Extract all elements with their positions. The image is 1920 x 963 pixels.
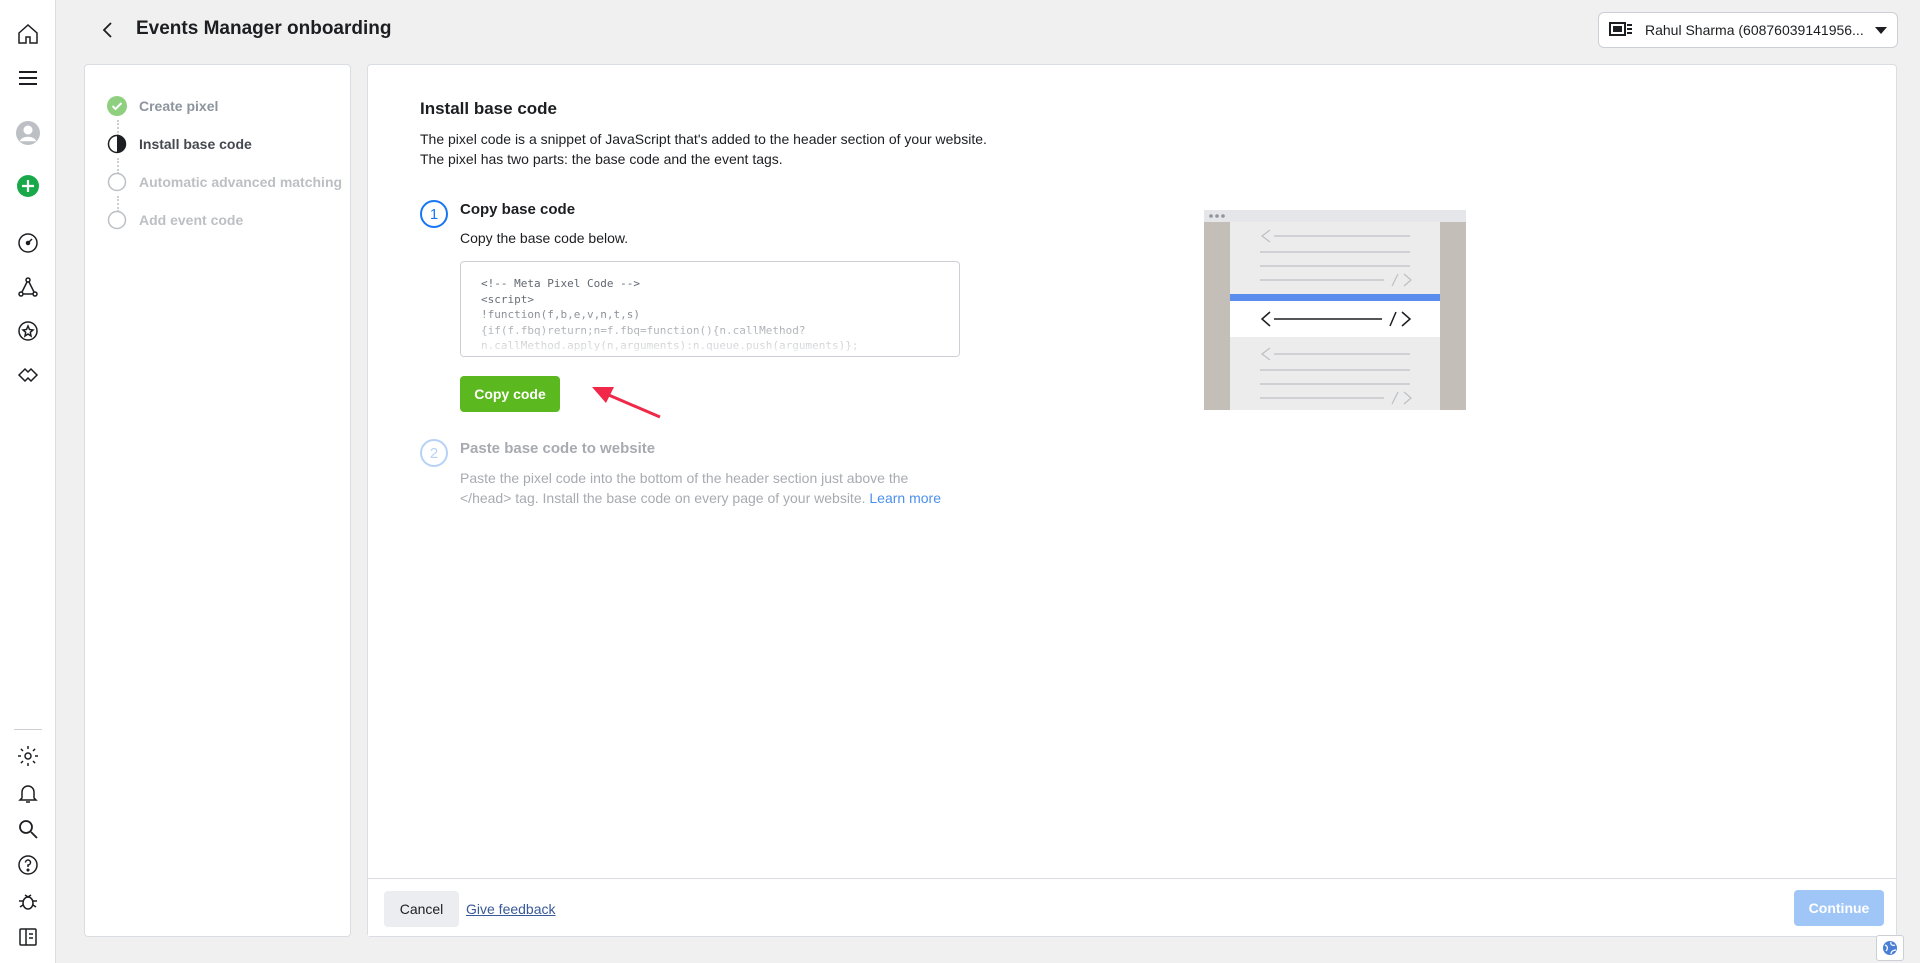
left-rail — [0, 0, 56, 963]
step-label: Install base code — [139, 136, 252, 152]
settings-icon[interactable] — [12, 740, 44, 772]
language-button[interactable] — [1876, 935, 1904, 961]
chevron-down-icon — [1875, 26, 1887, 34]
dashboard-icon[interactable] — [12, 227, 44, 259]
description-line: </head> tag. Install the base code on ev… — [460, 488, 941, 508]
section-title: Install base code — [420, 99, 557, 118]
code-line: !function(f,b,e,v,n,t,s) — [481, 308, 640, 321]
code-install-illustration — [1204, 210, 1466, 410]
step-number-badge: 1 — [420, 200, 448, 228]
sidebar-toggle-icon[interactable] — [12, 921, 44, 953]
step-add-event-code[interactable]: Add event code — [107, 208, 243, 232]
step-label: Automatic advanced matching — [139, 174, 343, 190]
description-line: Paste the pixel code into the bottom of … — [460, 470, 909, 486]
back-button[interactable] — [92, 14, 124, 46]
step-install-base-code[interactable]: Install base code — [107, 132, 252, 156]
step-label: Create pixel — [139, 98, 219, 114]
code-line: n.callMethod.apply(n,arguments):n.queue.… — [481, 339, 859, 352]
description-text: </head> tag. Install the base code on ev… — [460, 490, 866, 506]
learn-more-link[interactable]: Learn more — [869, 490, 941, 506]
menu-icon[interactable] — [12, 62, 44, 94]
code-line: <!-- Meta Pixel Code --> — [481, 277, 640, 290]
cancel-button[interactable]: Cancel — [384, 891, 459, 927]
page-title: Events Manager onboarding — [136, 18, 392, 39]
home-icon[interactable] — [12, 18, 44, 50]
annotation-arrow-icon — [592, 387, 661, 419]
main-card: Install base code The pixel code is a sn… — [367, 64, 1897, 937]
half-circle-icon — [107, 134, 127, 154]
notifications-icon[interactable] — [12, 777, 44, 809]
rail-divider — [14, 729, 42, 730]
step-title: Paste base code to website — [460, 440, 656, 457]
code-line: {if(f.fbq)return;n=f.fbq=function(){n.ca… — [481, 323, 806, 337]
avatar[interactable] — [12, 117, 44, 149]
step-description: Copy the base code below. — [460, 230, 629, 246]
step-description: Paste the pixel code into the bottom of … — [460, 468, 941, 508]
events-icon[interactable] — [12, 271, 44, 303]
search-icon[interactable] — [12, 813, 44, 845]
footer: Cancel Give feedback Continue — [368, 878, 1896, 936]
bug-icon[interactable] — [12, 885, 44, 917]
give-feedback-link[interactable]: Give feedback — [466, 901, 556, 917]
continue-button[interactable]: Continue — [1794, 890, 1884, 926]
base-code-box[interactable]: <!-- Meta Pixel Code --> <script> !funct… — [460, 261, 960, 357]
empty-circle-icon — [107, 172, 127, 192]
step-automatic-advanced-matching[interactable]: Automatic advanced matching — [107, 170, 342, 194]
description-line: The pixel code is a snippet of JavaScrip… — [420, 131, 987, 147]
check-circle-icon — [107, 96, 127, 116]
step-create-pixel[interactable]: Create pixel — [107, 94, 218, 118]
ad-account-label: Rahul Sharma (60876039141956... — [1645, 22, 1864, 38]
partner-icon[interactable] — [12, 359, 44, 391]
copy-code-button[interactable]: Copy code — [460, 376, 560, 412]
header: Events Manager onboarding Rahul Sharma (… — [56, 0, 1920, 60]
step-title: Copy base code — [460, 201, 576, 218]
steps-panel: Create pixel Install base code Automatic… — [84, 64, 351, 937]
help-icon[interactable] — [12, 849, 44, 881]
description-line: The pixel has two parts: the base code a… — [420, 151, 783, 167]
star-icon[interactable] — [12, 315, 44, 347]
step-number-badge: 2 — [420, 439, 448, 467]
ad-account-icon — [1609, 22, 1632, 36]
chevron-left-icon — [102, 22, 112, 38]
empty-circle-icon — [107, 210, 127, 230]
code-line: <script> — [481, 292, 534, 306]
globe-icon — [1883, 941, 1897, 955]
section-description: The pixel code is a snippet of JavaScrip… — [420, 129, 987, 169]
ad-account-selector[interactable]: Rahul Sharma (60876039141956... — [1598, 12, 1898, 48]
step-label: Add event code — [139, 212, 244, 228]
create-icon[interactable] — [12, 170, 44, 202]
